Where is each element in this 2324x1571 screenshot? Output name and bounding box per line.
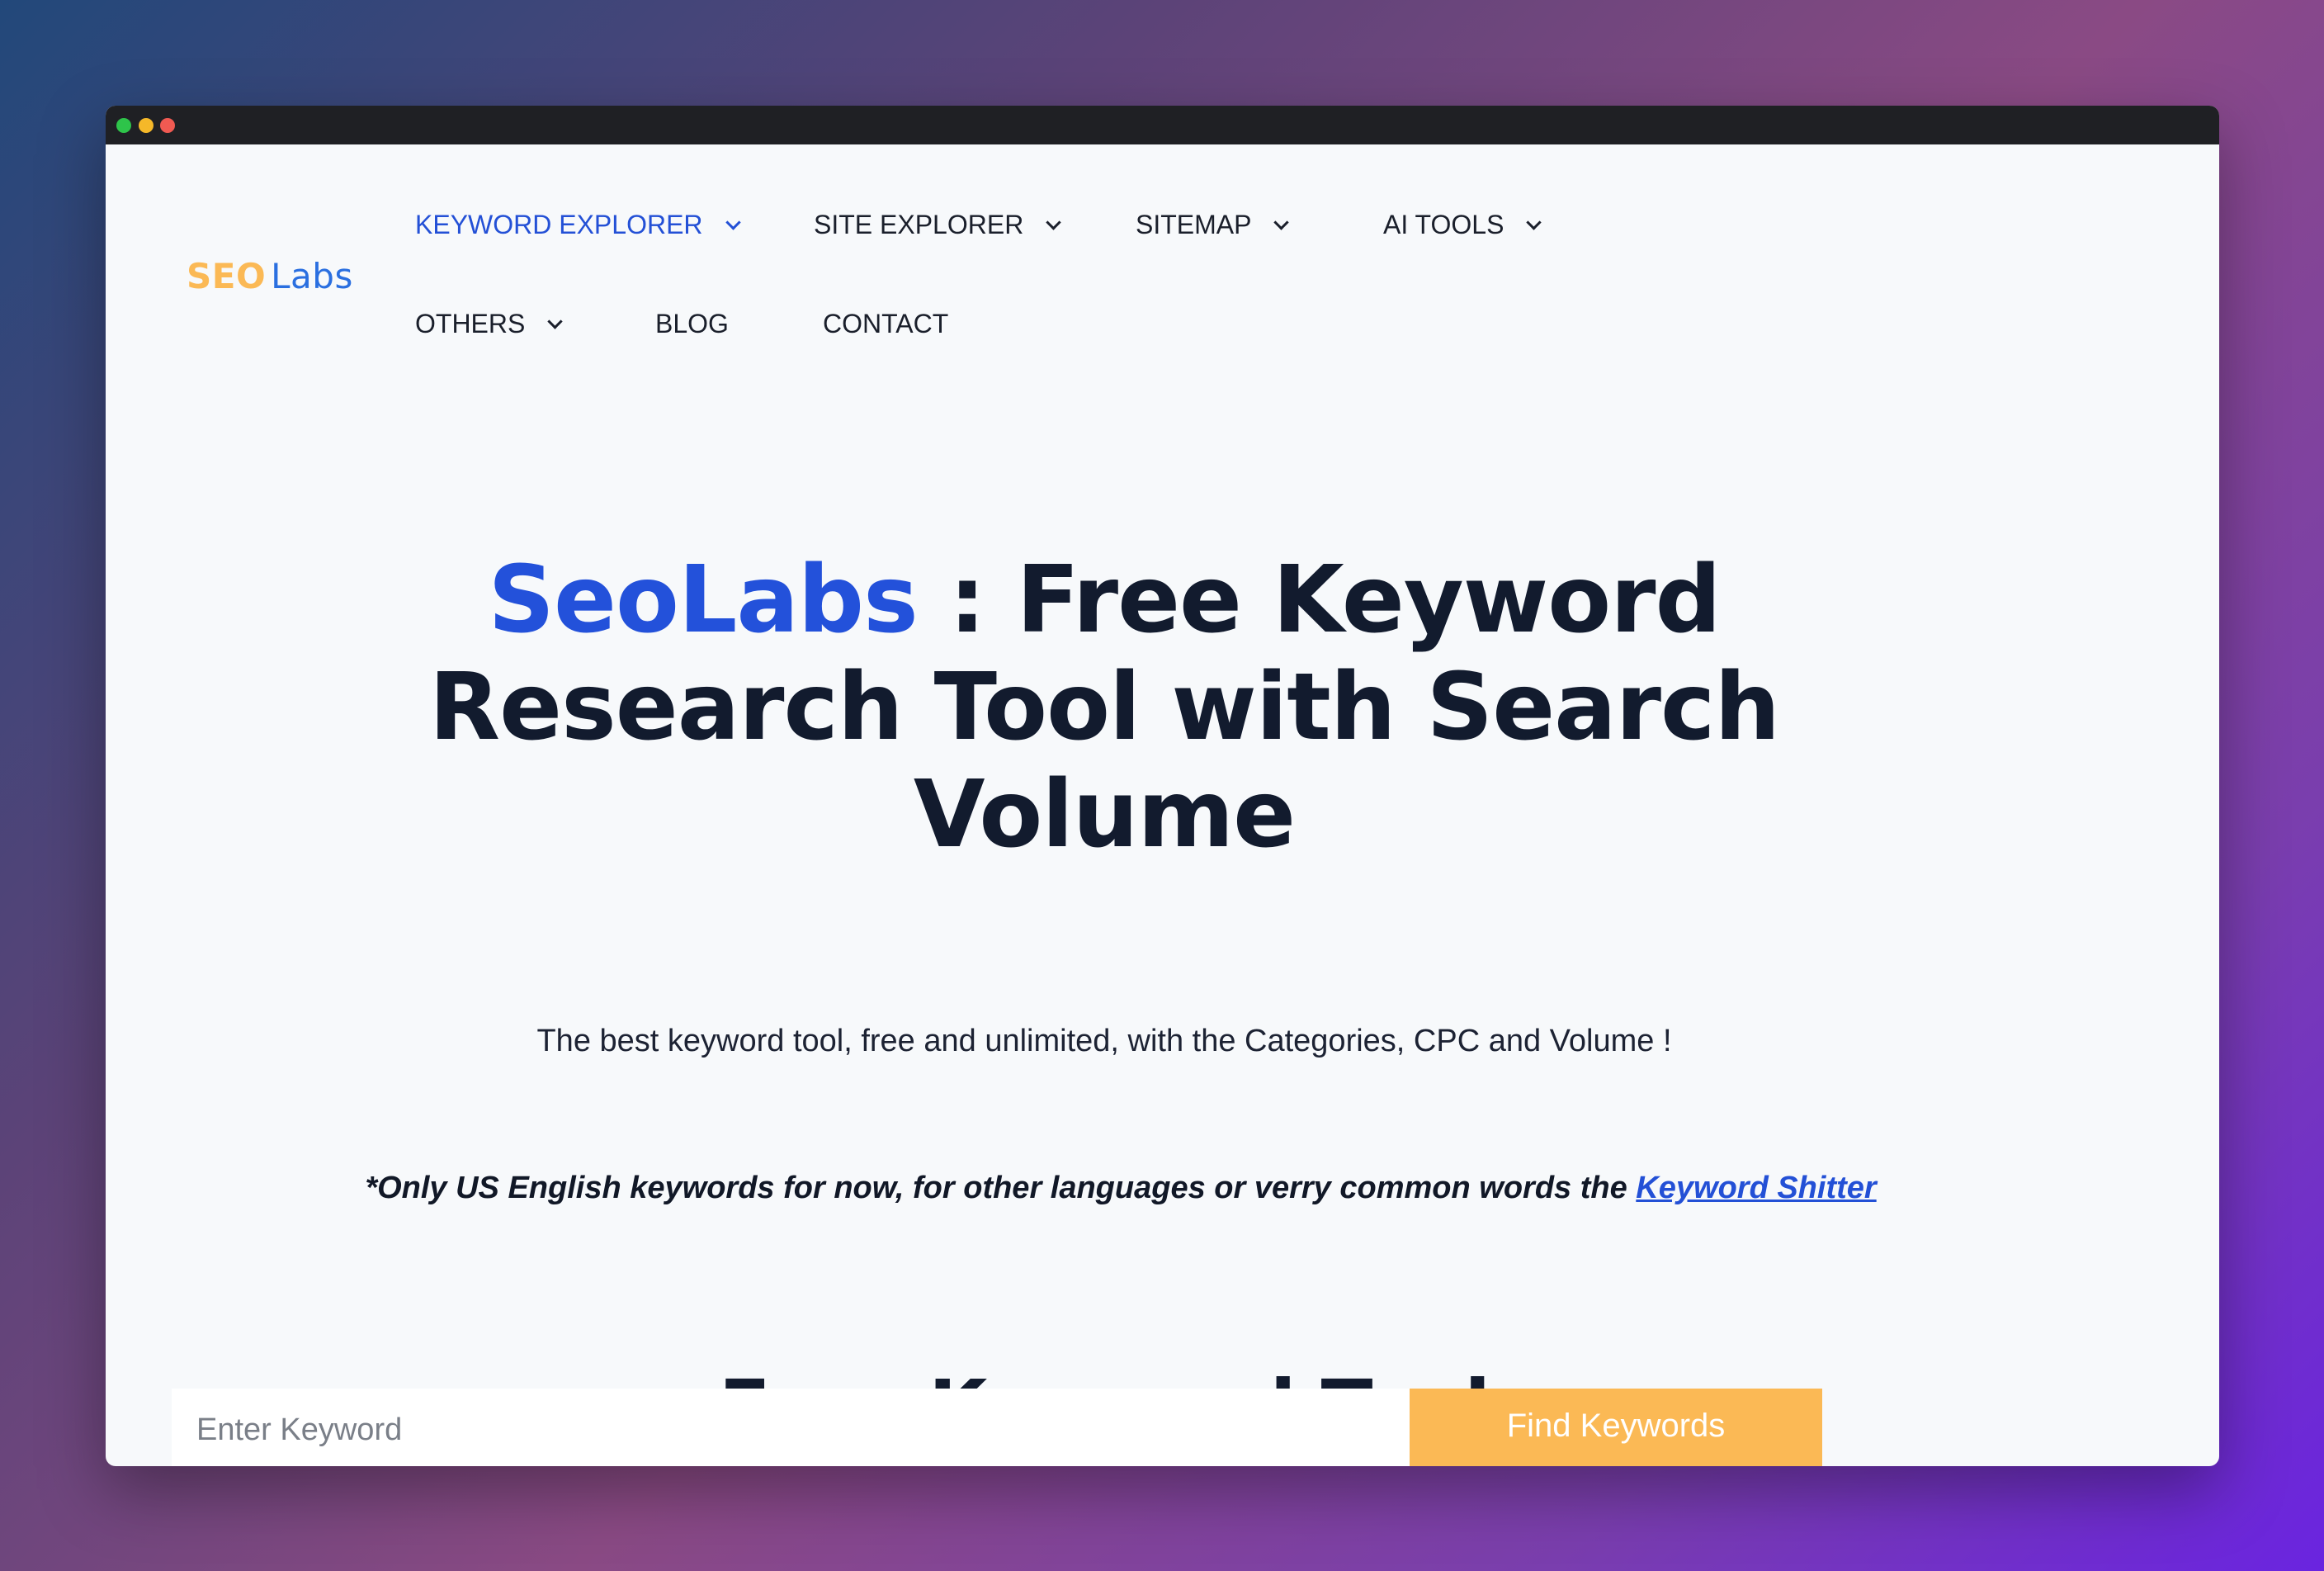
chevron-down-icon	[725, 215, 741, 230]
keyword-shitter-link[interactable]: Keyword Shitter	[1636, 1171, 1876, 1205]
logo-seo-text: SEO	[187, 256, 267, 296]
nav-site-explorer-label: SITE EXPLORER	[814, 210, 1024, 239]
nav-contact-label: CONTACT	[823, 309, 949, 338]
page-title: SeoLabs : Free Keyword Research Tool wit…	[254, 547, 1954, 868]
chevron-down-icon	[1526, 215, 1542, 230]
nav-sitemap-label: SITEMAP	[1136, 210, 1252, 239]
window-titlebar	[106, 106, 2219, 144]
nav-ai-tools[interactable]: AI TOOLS	[1383, 210, 1542, 240]
nav-keyword-explorer[interactable]: KEYWORD EXPLORER	[415, 210, 741, 240]
nav-blog-label: BLOG	[655, 309, 729, 338]
chevron-down-icon	[1273, 215, 1290, 230]
window-minimize-button[interactable]	[139, 118, 154, 133]
language-note-text: *Only US English keywords for now, for o…	[365, 1171, 1637, 1205]
browser-window: SEO Labs KEYWORD EXPLORER SITE EXPLORER S…	[106, 106, 2219, 1466]
nav-site-explorer[interactable]: SITE EXPLORER	[814, 210, 1061, 240]
page-title-brand: SeoLabs	[488, 547, 918, 654]
find-keywords-button[interactable]: Find Keywords	[1410, 1389, 1822, 1466]
site-logo[interactable]: SEO Labs	[187, 256, 353, 296]
page-subtitle: The best keyword tool, free and unlimite…	[536, 1024, 1672, 1058]
nav-ai-tools-label: AI TOOLS	[1383, 210, 1504, 239]
chevron-down-icon	[547, 314, 564, 329]
window-maximize-button[interactable]	[116, 118, 131, 133]
keyword-search-input[interactable]	[172, 1389, 1410, 1466]
nav-others-label: OTHERS	[415, 309, 526, 338]
nav-others[interactable]: OTHERS	[415, 309, 564, 339]
nav-keyword-explorer-label: KEYWORD EXPLORER	[415, 210, 703, 239]
nav-contact[interactable]: CONTACT	[823, 309, 948, 339]
language-note: *Only US English keywords for now, for o…	[238, 1171, 2004, 1206]
logo-labs-text: Labs	[271, 256, 353, 296]
window-close-button[interactable]	[160, 118, 175, 133]
nav-blog[interactable]: BLOG	[655, 309, 729, 339]
chevron-down-icon	[1046, 215, 1061, 230]
nav-sitemap[interactable]: SITEMAP	[1136, 210, 1290, 240]
